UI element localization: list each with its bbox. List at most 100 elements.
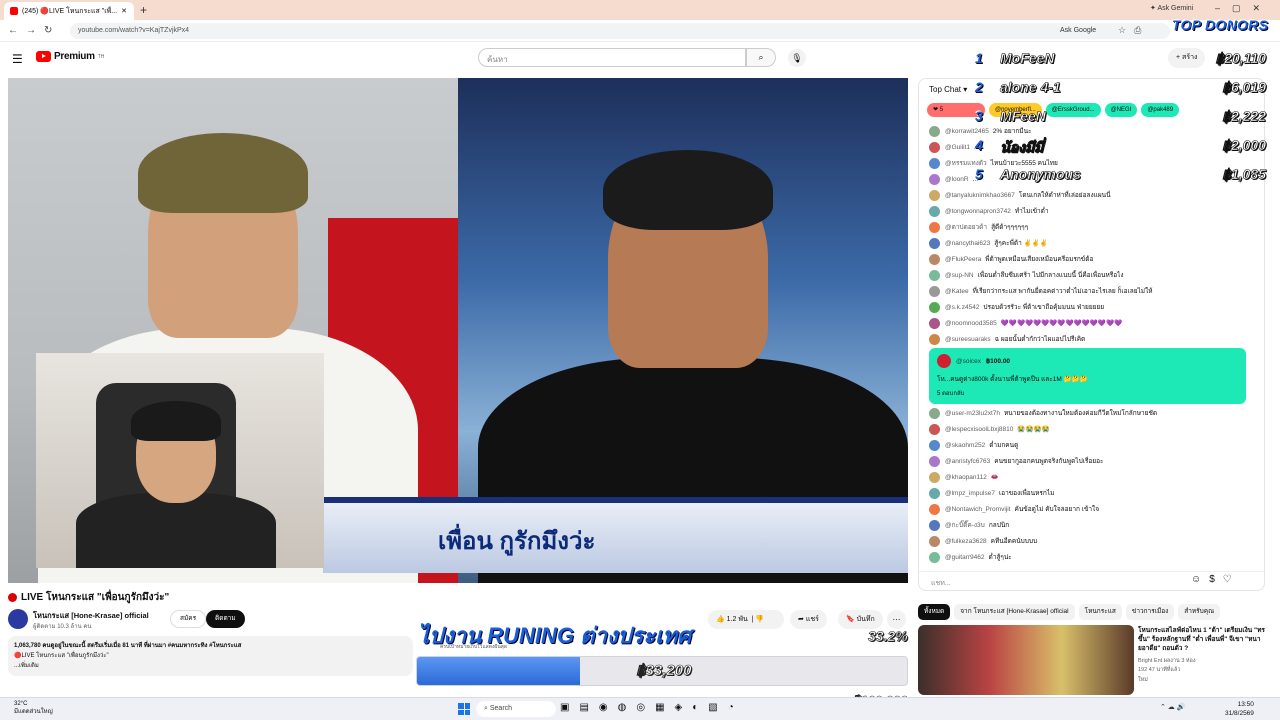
chat-header[interactable]: Top Chat ▾ <box>919 79 1264 101</box>
tab-close-icon[interactable]: ✕ <box>121 7 127 15</box>
pinned-pill[interactable]: @NEGI <box>1104 103 1138 117</box>
caption-bar <box>323 497 908 573</box>
donor-rank: 3 <box>975 108 983 124</box>
chat-author: @lespecxisoolLbxj8810 <box>945 425 1014 433</box>
ask-gemini-button[interactable]: ✦ Ask Gemini <box>1150 4 1193 12</box>
description-box[interactable]: 1,063,780 คนดูอยู่ในขณะนี้ สตรีมเริ่มเมื… <box>8 636 413 676</box>
chat-message-list: @korrawit2465 2% อยากมีนะ @Guilit1... @หรรม… <box>929 123 1259 347</box>
super-chat-message[interactable]: @soicex ฿100.00 โห...คนดูต่าง800k ตั้งนา… <box>929 348 1246 404</box>
taskbar-clock[interactable]: 13:50 31/8/2569 <box>1225 700 1254 718</box>
video-player[interactable]: เพื่อน กูรักมึงว่ะ <box>8 78 908 583</box>
chat-message[interactable]: @khaopan112 👄 <box>929 469 1259 485</box>
filter-chip[interactable]: สำหรับคุณ <box>1178 604 1221 620</box>
chat-message[interactable]: @Nontawich_Promvijit คันข้อดูไม่ คับใจลอย… <box>929 501 1259 517</box>
chat-message[interactable]: @กะบิ๊ตี๊ค-ง3บ กลปนิก <box>929 517 1259 533</box>
chat-message[interactable]: @FlukPeera พี่ต้าพูดเหมือนเสียงเหมือนครีอ… <box>929 251 1259 267</box>
ask-google-button[interactable]: Ask Google <box>1060 27 1096 34</box>
related-video-title[interactable]: โหนกระแสไลฟ์ต่อไหน 1 "ต้า" เตรียมเงิน "ท… <box>1138 626 1268 653</box>
logo-text: Premium <box>54 51 95 62</box>
chat-text: เอาของเพื่อนหรกไม <box>998 490 1055 497</box>
share-button[interactable]: ➦ แชร์ <box>790 610 827 629</box>
save-button[interactable]: 🔖 บันทึก <box>838 610 883 629</box>
chat-message[interactable]: @lespecxisoolLbxj8810 😭😭😭😭 <box>929 421 1259 437</box>
chat-text: ต่ำสู้ๆน่ะ <box>988 554 1012 561</box>
chat-author: @loonR <box>945 175 969 183</box>
taskbar-app-icons[interactable]: ▣▤◉◍◎▦◈◐▧◔ <box>560 702 744 713</box>
chat-author: @tanyaluknimkhao3667 <box>945 191 1015 199</box>
chat-message[interactable]: @ตาบ่ดอยวด้า สู้ดีด้าๆๆๆๆๆๆ <box>929 219 1259 235</box>
address-bar-row: ←→↻ youtube.com/watch?v=KajTZvjkPx4 Ask … <box>0 20 1280 42</box>
youtube-header: ☰ Premium TH ค้นหา ⌕ 🎙 + สร้าง <box>0 42 1280 74</box>
super-chat-author: @soicex <box>956 357 982 365</box>
search-button[interactable]: ⌕ <box>746 48 776 67</box>
chat-avatar <box>929 503 940 515</box>
channel-avatar[interactable] <box>8 609 28 629</box>
url-field[interactable]: youtube.com/watch?v=KajTZvjkPx4 <box>70 23 1170 39</box>
search-input[interactable]: ค้นหา <box>478 48 746 67</box>
pinned-pill[interactable]: @pak489 <box>1141 103 1180 117</box>
browser-tab-active[interactable]: (245) 🔴LIVE โหนกระแส "เพื่... ✕ <box>4 2 134 20</box>
new-tab-button[interactable]: + <box>140 3 147 17</box>
chat-message[interactable]: @user-m23lu2xt7h หนายของต้องทางานใหมต้องค… <box>929 405 1259 421</box>
more-actions-icon[interactable]: ⋯ <box>887 610 906 629</box>
chat-message[interactable]: @guitarr9462 ต่ำสู้ๆน่ะ <box>929 549 1259 565</box>
thumbs-down-icon[interactable]: 👎 <box>755 616 764 623</box>
taskbar-search[interactable]: ⌕ Search <box>476 701 556 717</box>
live-dot-icon <box>8 593 17 602</box>
goal-small-text: ครบเป้าหมายเก็บไว้แสดงฝันสุด <box>440 644 508 650</box>
chat-text: ปรอบด้วรรัวะ พี่ต้าเขาถือคุ้มมนน ฟ่ายยยย… <box>983 304 1105 311</box>
filter-chip[interactable]: จาก โหนกระแส [Hone-Krasae] official <box>954 604 1075 620</box>
windows-start-icon[interactable] <box>458 703 470 715</box>
chat-input-icons[interactable]: ☺$♡ <box>1191 574 1240 585</box>
voice-search-icon[interactable]: 🎙 <box>788 49 806 67</box>
chat-message[interactable]: @sureesuaraks ฉ ผอยนั้นต่ำกักว่าไผแอปไปรี… <box>929 331 1259 347</box>
chat-message[interactable]: @Katee ที่เรียกว่ากระแส พากันยี่ดอคต่าวาต… <box>929 283 1259 299</box>
chat-author: @Nontawich_Promvijit <box>945 505 1011 513</box>
chat-author: @sup-NN <box>945 271 974 279</box>
chat-message[interactable]: @noomnood3585 💜💜💜💜💜💜💜💜💜💜💜💜💜💜💜 <box>929 315 1259 331</box>
chat-message[interactable]: @sup-NN เพื่อนต่ำลืบซีมเศร้า ไปมีกลางแนบน… <box>929 267 1259 283</box>
system-tray[interactable]: ⌃ ☁ 🔊 <box>1160 703 1185 711</box>
join-button[interactable]: สมัคร <box>170 610 207 628</box>
nav-buttons[interactable]: ←→↻ <box>8 25 60 36</box>
like-button[interactable]: 👍 1.2 พัน | 👎 <box>708 610 784 629</box>
related-video-thumbnail[interactable] <box>918 625 1134 695</box>
chat-avatar <box>929 407 940 419</box>
filter-chip[interactable]: โหนกระแส <box>1078 604 1122 620</box>
pinned-members-row: ❤ 5 @novemberfl... @ErsskGroud... @NEGI … <box>927 103 1180 117</box>
menu-icon[interactable]: ☰ <box>12 52 23 66</box>
video-title: LIVE โหนกระแส "เพื่อนกูรักมึงว่ะ" <box>8 590 169 605</box>
subscribe-button[interactable]: ติดตาม <box>206 610 245 628</box>
description-text: 🔴LIVE โหนกระแส "เพื่อนกูรักมึงว่ะ" <box>14 653 109 659</box>
chat-message[interactable]: @nancythai623 สู้ๆคะพี่ต้า ✌️✌️✌️ <box>929 235 1259 251</box>
chat-message[interactable]: @lmpz_impulse7 เอาของเพื่อนหรกไม <box>929 485 1259 501</box>
super-chat-reactions[interactable]: 5 ตอบกลับ <box>937 388 1238 398</box>
chat-message[interactable]: @s.k.z4542 ปรอบด้วรรัวะ พี่ต้าเขาถือคุ้มม… <box>929 299 1259 315</box>
window-controls[interactable]: –▢✕ <box>1215 3 1272 14</box>
create-button[interactable]: + สร้าง <box>1168 48 1206 68</box>
chat-message[interactable]: @annstyfc6763 คนขยากูออกคนพูดจริงกันพูดไป… <box>929 453 1259 469</box>
chat-message[interactable]: @tanyaluknimkhao3667 โดนเกลให้ดำห่าที่เล่… <box>929 187 1259 203</box>
goal-progress-fill <box>417 657 580 685</box>
chat-message[interactable]: @skaohm252 ต่ำมกคนดู <box>929 437 1259 453</box>
related-video-badge: ใหม่ <box>1138 677 1148 683</box>
browser-tab-bar: (245) 🔴LIVE โหนกระแส "เพื่... ✕ + ✦ Ask … <box>0 0 1280 20</box>
description-more-link[interactable]: ...เพิ่มเติม <box>14 661 407 671</box>
windows-taskbar: 32°C มีแดดส่วนใหญ่ ⌕ Search ▣▤◉◍◎▦◈◐▧◔ ⌃… <box>0 697 1280 720</box>
filter-chip[interactable]: ข่าวการเมือง <box>1125 604 1175 620</box>
chat-author: @guitarr9462 <box>945 553 985 561</box>
chat-message[interactable]: @fulkeza3628 คทีนอืดคนับบบบ <box>929 533 1259 549</box>
browser-toolbar-icons[interactable]: ☆⎙ <box>1118 25 1149 36</box>
weather-widget[interactable]: 32°C มีแดดส่วนใหญ่ <box>14 700 53 716</box>
chat-author: @ตาบ่ดอยวด้า <box>945 224 988 231</box>
chat-author: @noomnood3585 <box>945 319 997 327</box>
chat-avatar <box>929 237 940 249</box>
youtube-logo[interactable]: Premium TH <box>36 51 104 62</box>
bookmark-icon: 🔖 <box>846 616 855 623</box>
chat-message[interactable]: @tongwonnapron3742 ทำไมเข้าต่ำ <box>929 203 1259 219</box>
pinned-pill[interactable]: @ErsskGroud... <box>1045 103 1101 117</box>
filter-chip[interactable]: ทั้งหมด <box>918 604 951 620</box>
chat-avatar <box>929 221 940 233</box>
donor-name: น้องมีมี่ <box>1000 139 1044 156</box>
chat-author: @korrawit2465 <box>945 127 989 135</box>
